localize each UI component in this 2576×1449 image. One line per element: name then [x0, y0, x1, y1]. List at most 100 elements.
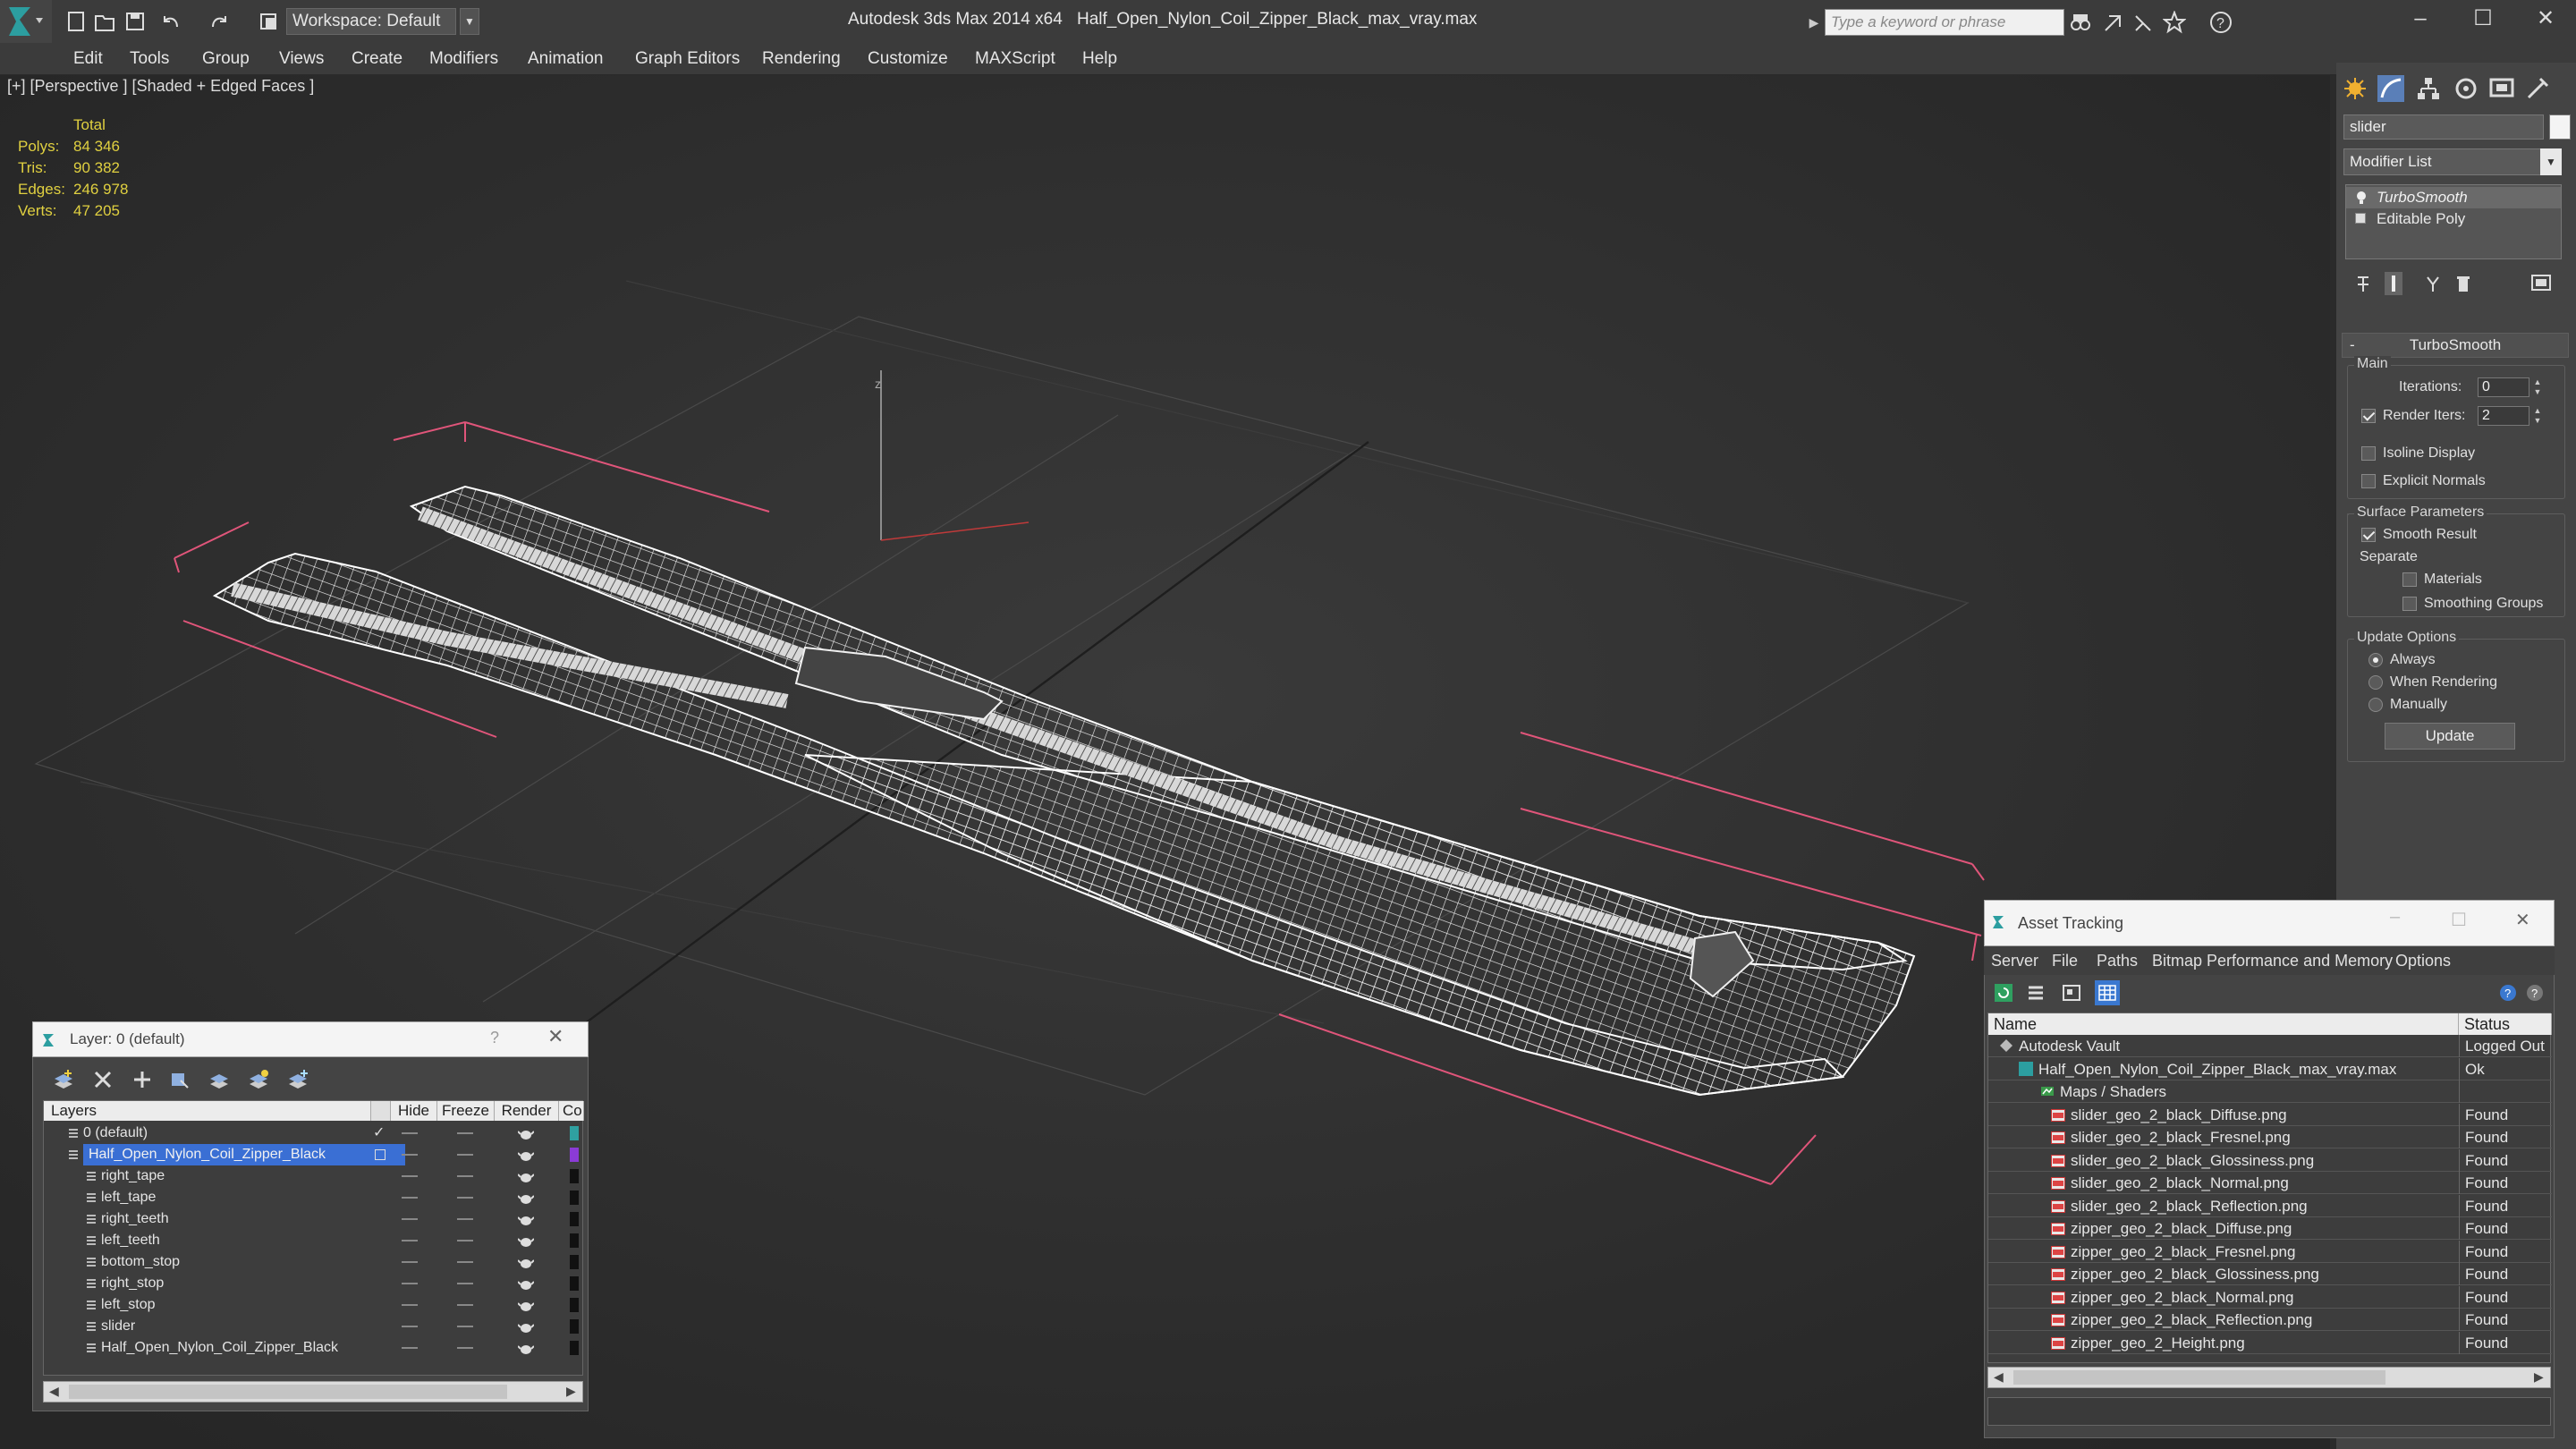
scroll-thumb[interactable]: [2013, 1370, 2385, 1385]
teapot-render-icon[interactable]: [518, 1341, 534, 1355]
menu-create[interactable]: Create: [352, 43, 402, 75]
hide-toggle[interactable]: [402, 1218, 418, 1220]
menu-help[interactable]: Help: [1082, 43, 1117, 75]
layer-row[interactable]: bottom_stop: [44, 1251, 584, 1273]
teapot-render-icon[interactable]: [518, 1276, 534, 1291]
column-hide[interactable]: Hide: [391, 1101, 437, 1121]
minimize-icon[interactable]: –: [2390, 907, 2400, 928]
highlight-layer-icon[interactable]: [208, 1068, 231, 1091]
hide-toggle[interactable]: [402, 1175, 418, 1177]
menu-maxscript[interactable]: MAXScript: [975, 43, 1055, 75]
render-iters-checkbox[interactable]: [2361, 409, 2376, 423]
menu-rendering[interactable]: Rendering: [762, 43, 841, 75]
layer-color-swatch[interactable]: [570, 1169, 579, 1183]
menu-group[interactable]: Group: [202, 43, 250, 75]
freeze-toggle[interactable]: [457, 1197, 473, 1199]
layer-color-swatch[interactable]: [570, 1233, 579, 1248]
layer-row[interactable]: left_stop: [44, 1294, 584, 1316]
column-freeze[interactable]: Freeze: [437, 1101, 495, 1121]
asset-row[interactable]: zipper_geo_2_Height.png Found: [1988, 1331, 2552, 1354]
hide-toggle[interactable]: [402, 1197, 418, 1199]
select-objects-icon[interactable]: [168, 1068, 191, 1091]
menu-edit[interactable]: Edit: [73, 43, 103, 75]
update-button[interactable]: Update: [2385, 723, 2515, 750]
layer-horizontal-scrollbar[interactable]: ◀ ▶: [43, 1381, 583, 1402]
layer-row[interactable]: right_teeth: [44, 1208, 584, 1230]
list-view-icon[interactable]: [2025, 982, 2046, 1004]
freeze-toggle[interactable]: [457, 1218, 473, 1220]
app-logo-icon[interactable]: [0, 0, 52, 43]
display-tab-icon[interactable]: [2488, 75, 2515, 102]
favorites-star-icon[interactable]: [2163, 11, 2186, 34]
teapot-render-icon[interactable]: [518, 1191, 534, 1205]
freeze-toggle[interactable]: [457, 1175, 473, 1177]
binoculars-icon[interactable]: [2070, 11, 2091, 34]
refresh-icon[interactable]: [1993, 982, 2014, 1004]
undo-icon[interactable]: [159, 9, 182, 34]
pin-stack-icon[interactable]: [2354, 274, 2372, 293]
create-layer-icon[interactable]: [52, 1068, 75, 1091]
motion-tab-icon[interactable]: [2453, 75, 2479, 102]
asset-row[interactable]: slider_geo_2_black_Reflection.png Found: [1988, 1194, 2552, 1217]
asset-menu-server[interactable]: Server: [1991, 946, 2038, 975]
scroll-left-icon[interactable]: ◀: [49, 1384, 59, 1399]
render-iters-spinner[interactable]: 2: [2478, 406, 2529, 426]
smoothing-groups-checkbox[interactable]: [2402, 597, 2417, 611]
column-render[interactable]: Render: [495, 1101, 559, 1121]
object-color-swatch[interactable]: [2549, 114, 2571, 140]
layer-row[interactable]: left_tape: [44, 1187, 584, 1208]
spinner-arrows-icon[interactable]: ▲ ▼: [2531, 377, 2544, 397]
materials-checkbox[interactable]: [2402, 572, 2417, 587]
layer-row[interactable]: Half_Open_Nylon_Coil_Zipper_Black: [44, 1337, 584, 1359]
create-tab-icon[interactable]: [2342, 75, 2368, 102]
teapot-render-icon[interactable]: [518, 1212, 534, 1226]
teapot-render-icon[interactable]: [518, 1126, 534, 1140]
asset-menu-paths[interactable]: Paths: [2097, 946, 2138, 975]
teapot-render-icon[interactable]: [518, 1233, 534, 1248]
menu-customize[interactable]: Customize: [868, 43, 948, 75]
hide-toggle[interactable]: [402, 1347, 418, 1349]
current-layer-check-icon[interactable]: ✓: [373, 1123, 385, 1144]
scroll-right-icon[interactable]: ▶: [2534, 1369, 2544, 1385]
make-unique-icon[interactable]: [2424, 274, 2442, 293]
menu-animation[interactable]: Animation: [528, 43, 604, 75]
freeze-toggle[interactable]: [457, 1261, 473, 1263]
help-icon[interactable]: ?: [2497, 982, 2519, 1004]
asset-row[interactable]: slider_geo_2_black_Fresnel.png Found: [1988, 1126, 2552, 1148]
help-button[interactable]: ?: [490, 1029, 499, 1047]
hide-toggle[interactable]: [402, 1326, 418, 1327]
when-rendering-radio[interactable]: [2368, 675, 2383, 690]
search-input[interactable]: Type a keyword or phrase: [1825, 9, 2064, 36]
new-file-icon[interactable]: [64, 9, 88, 34]
asset-menu-options[interactable]: Options: [2395, 946, 2451, 975]
asset-row[interactable]: slider_geo_2_black_Glossiness.png Found: [1988, 1148, 2552, 1172]
table-view-icon[interactable]: [2095, 980, 2120, 1005]
iterations-spinner[interactable]: 0: [2478, 377, 2529, 397]
layer-row[interactable]: right_stop: [44, 1273, 584, 1294]
context-help-icon[interactable]: ?: [2524, 982, 2546, 1004]
hide-toggle[interactable]: [402, 1283, 418, 1284]
asset-row[interactable]: Autodesk Vault Logged Out: [1988, 1035, 2552, 1057]
thumbnail-view-icon[interactable]: [2061, 982, 2082, 1004]
freeze-toggle[interactable]: [457, 1132, 473, 1134]
isoline-display-checkbox[interactable]: [2361, 446, 2376, 461]
freeze-toggle[interactable]: [457, 1240, 473, 1241]
lightbulb-icon[interactable]: [2355, 191, 2368, 205]
object-name-field[interactable]: slider: [2343, 114, 2544, 140]
manually-radio[interactable]: [2368, 698, 2383, 712]
asset-row[interactable]: Half_Open_Nylon_Coil_Zipper_Black_max_vr…: [1988, 1057, 2552, 1080]
layer-row[interactable]: 0 (default) ✓: [44, 1123, 584, 1144]
teapot-render-icon[interactable]: [518, 1319, 534, 1334]
asset-row[interactable]: zipper_geo_2_black_Glossiness.png Found: [1988, 1263, 2552, 1285]
expand-icon[interactable]: [2355, 213, 2366, 224]
freeze-toggle[interactable]: [457, 1154, 473, 1156]
menu-tools[interactable]: Tools: [130, 43, 169, 75]
teapot-render-icon[interactable]: [518, 1148, 534, 1162]
modify-tab-icon[interactable]: [2377, 75, 2404, 102]
asset-row[interactable]: Maps / Shaders: [1988, 1080, 2552, 1103]
layer-row[interactable]: slider: [44, 1316, 584, 1337]
layer-color-swatch[interactable]: [570, 1191, 579, 1205]
spinner-arrows-icon[interactable]: ▲ ▼: [2531, 406, 2544, 426]
stack-item-turbosmooth[interactable]: TurboSmooth: [2346, 187, 2561, 208]
redo-icon[interactable]: [208, 9, 231, 34]
